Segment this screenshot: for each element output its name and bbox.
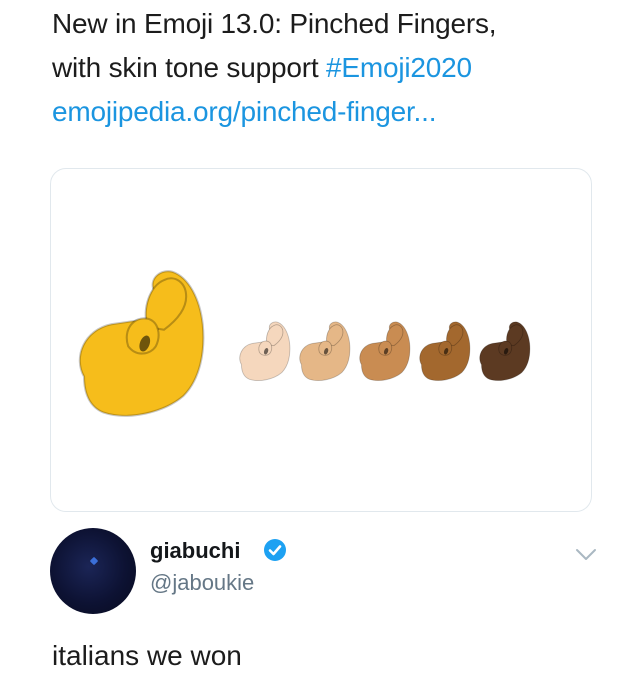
pinched-fingers-emoji-medium-light	[299, 321, 351, 381]
reply-text: italians we won	[52, 640, 242, 671]
pinched-fingers-emoji-default	[78, 270, 205, 417]
avatar[interactable]	[50, 528, 136, 614]
tweet-line-2: with skin tone support #Emoji2020	[52, 46, 612, 90]
pinched-fingers-emoji-medium-dark	[419, 321, 471, 381]
tweet-text: New in Emoji 13.0: Pinched Fingers, with…	[52, 2, 612, 134]
tweet-line-1: New in Emoji 13.0: Pinched Fingers,	[52, 8, 497, 39]
pinched-fingers-emoji-light	[239, 321, 291, 381]
pinched-fingers-emoji-medium	[359, 321, 411, 381]
author-row: giabuchi @jaboukie	[50, 526, 610, 616]
pinched-fingers-emoji-dark	[479, 321, 531, 381]
tweet-line-2-text: with skin tone support	[52, 52, 326, 83]
verified-badge-icon	[264, 539, 286, 561]
media-card[interactable]	[50, 168, 592, 512]
chevron-down-icon[interactable]	[575, 548, 597, 562]
user-handle[interactable]: @jaboukie	[150, 570, 254, 596]
emoji-image	[78, 270, 531, 417]
url-link[interactable]: emojipedia.org/pinched-finger...	[52, 90, 612, 134]
hashtag-link[interactable]: #Emoji2020	[326, 52, 472, 83]
display-name[interactable]: giabuchi	[150, 538, 240, 564]
